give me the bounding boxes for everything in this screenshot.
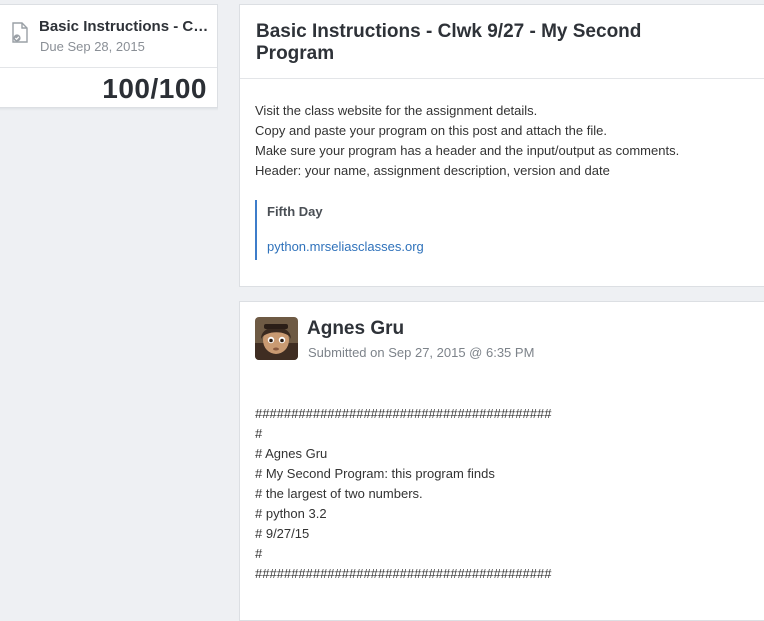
avatar-image [255, 317, 298, 360]
submission-timestamp: Submitted on Sep 27, 2015 @ 6:35 PM [308, 345, 535, 360]
assignment-due-date: Due Sep 28, 2015 [40, 39, 145, 54]
code-line: # [255, 546, 263, 561]
assignment-detail-card: Basic Instructions - Clwk 9/27 - My Seco… [239, 4, 764, 287]
avatar [255, 317, 298, 360]
divider [240, 78, 764, 79]
code-line: # python 3.2 [255, 506, 327, 521]
submission-author[interactable]: Agnes Gru [307, 318, 404, 340]
card-shadow [0, 108, 218, 111]
submission-content: ########################################… [255, 404, 755, 584]
submission-card: Agnes Gru Submitted on Sep 27, 2015 @ 6:… [239, 301, 764, 621]
code-line: ########################################… [255, 566, 552, 581]
assignment-summary-header: Basic Instructions - Clwk 9/27 - My Seco… [0, 5, 217, 68]
document-check-icon [12, 22, 28, 43]
assignment-title[interactable]: Basic Instructions - Clwk 9/27 - My Seco… [39, 18, 211, 35]
assignment-summary-card[interactable]: Basic Instructions - Clwk 9/27 - My Seco… [0, 4, 218, 108]
assignment-instructions: Visit the class website for the assignme… [255, 101, 755, 181]
instruction-line: Copy and paste your program on this post… [255, 123, 607, 138]
code-line: ########################################… [255, 406, 552, 421]
code-line: # [255, 426, 263, 441]
attachment-link[interactable]: python.mrseliasclasses.org [267, 239, 424, 254]
page-title: Basic Instructions - Clwk 9/27 - My Seco… [256, 21, 642, 64]
code-line: # the largest of two numbers. [255, 486, 423, 501]
instruction-line: Header: your name, assignment descriptio… [255, 163, 610, 178]
attachment-title: Fifth Day [267, 204, 323, 219]
code-line: # My Second Program: this program finds [255, 466, 495, 481]
instruction-line: Visit the class website for the assignme… [255, 103, 538, 118]
attachment-block: Fifth Day python.mrseliasclasses.org [255, 200, 424, 260]
code-line: # 9/27/15 [255, 526, 310, 541]
instruction-line: Make sure your program has a header and … [255, 143, 680, 158]
code-line: # Agnes Gru [255, 446, 328, 461]
assignment-score: 100/100 [102, 73, 207, 104]
